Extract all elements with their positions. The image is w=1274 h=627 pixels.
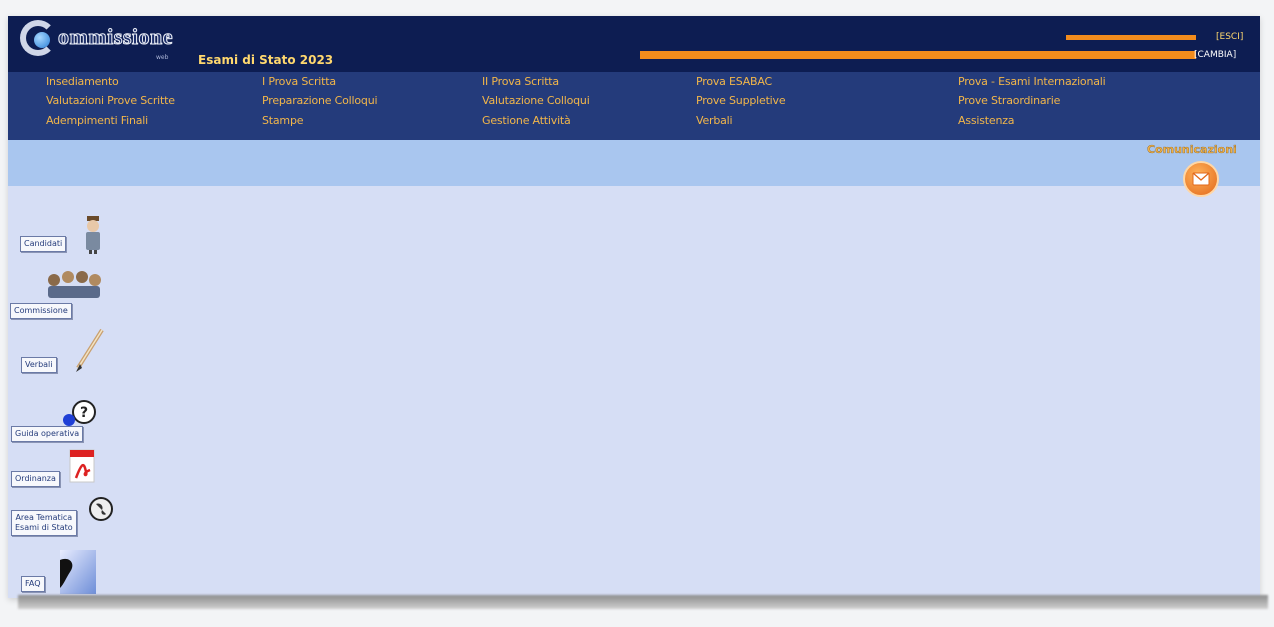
menu-assistenza[interactable]: Assistenza	[958, 114, 1015, 127]
menu-stampe[interactable]: Stampe	[262, 114, 304, 127]
area-tematica-label: Area Tematica	[15, 513, 73, 522]
info-band	[8, 140, 1260, 186]
top-banner: ommissione web Esami di Stato 2023 [ESCI…	[8, 16, 1260, 72]
menu-prova-esabac[interactable]: Prova ESABAC	[696, 75, 772, 88]
menu-insediamento[interactable]: Insediamento	[46, 75, 119, 88]
verbali-button[interactable]: Verbali	[21, 357, 57, 373]
logout-link[interactable]: [ESCI]	[1216, 32, 1243, 42]
ordinanza-button[interactable]: Ordinanza	[11, 471, 60, 487]
logo-dot-icon	[34, 32, 50, 48]
commissione-logo: ommissione web	[20, 20, 195, 64]
change-link[interactable]: [CAMBIA]	[1194, 50, 1236, 60]
faq-button[interactable]: FAQ	[21, 576, 45, 592]
menu-gestione-attivita[interactable]: Gestione Attività	[482, 114, 571, 127]
svg-text:?: ?	[80, 405, 88, 421]
school-name-redacted	[640, 51, 1196, 59]
pen-icon[interactable]	[72, 328, 106, 376]
user-name-redacted	[1066, 35, 1196, 40]
menu-prima-prova[interactable]: I Prova Scritta	[262, 75, 336, 88]
globe-icon[interactable]	[88, 496, 114, 526]
menu-esami-internazionali[interactable]: Prova - Esami Internazionali	[958, 75, 1106, 88]
faq-icon[interactable]	[60, 550, 96, 598]
commissione-button[interactable]: Commissione	[10, 303, 72, 319]
menu-adempimenti-finali[interactable]: Adempimenti Finali	[46, 114, 148, 127]
menu-prove-straordinarie[interactable]: Prove Straordinarie	[958, 94, 1060, 107]
esami-di-stato-label: Esami di Stato	[15, 523, 73, 532]
menu-valutazioni-prove-scritte[interactable]: Valutazioni Prove Scritte	[46, 94, 175, 107]
app-window: ommissione web Esami di Stato 2023 [ESCI…	[8, 16, 1260, 598]
menu-preparazione-colloqui[interactable]: Preparazione Colloqui	[262, 94, 378, 107]
menu-prove-suppletive[interactable]: Prove Suppletive	[696, 94, 786, 107]
menu-valutazione-colloqui[interactable]: Valutazione Colloqui	[482, 94, 590, 107]
logo-text: ommissione	[58, 24, 174, 50]
commission-icon[interactable]	[42, 270, 106, 304]
envelope-icon[interactable]	[1183, 161, 1219, 197]
area-tematica-button[interactable]: Area Tematica Esami di Stato	[11, 510, 77, 536]
window-shadow	[18, 595, 1268, 609]
candidate-icon[interactable]	[80, 216, 106, 258]
menu-seconda-prova[interactable]: II Prova Scritta	[482, 75, 559, 88]
logo-subtext: web	[156, 54, 169, 61]
guida-operativa-button[interactable]: Guida operativa	[11, 426, 84, 442]
candidati-button[interactable]: Candidati	[20, 236, 67, 252]
main-menu: Insediamento Valutazioni Prove Scritte A…	[8, 72, 1260, 140]
comunicazioni-label[interactable]: Comunicazioni	[1147, 143, 1237, 156]
menu-verbali[interactable]: Verbali	[696, 114, 733, 127]
pdf-icon[interactable]	[66, 448, 98, 490]
exam-title: Esami di Stato 2023	[198, 53, 334, 67]
